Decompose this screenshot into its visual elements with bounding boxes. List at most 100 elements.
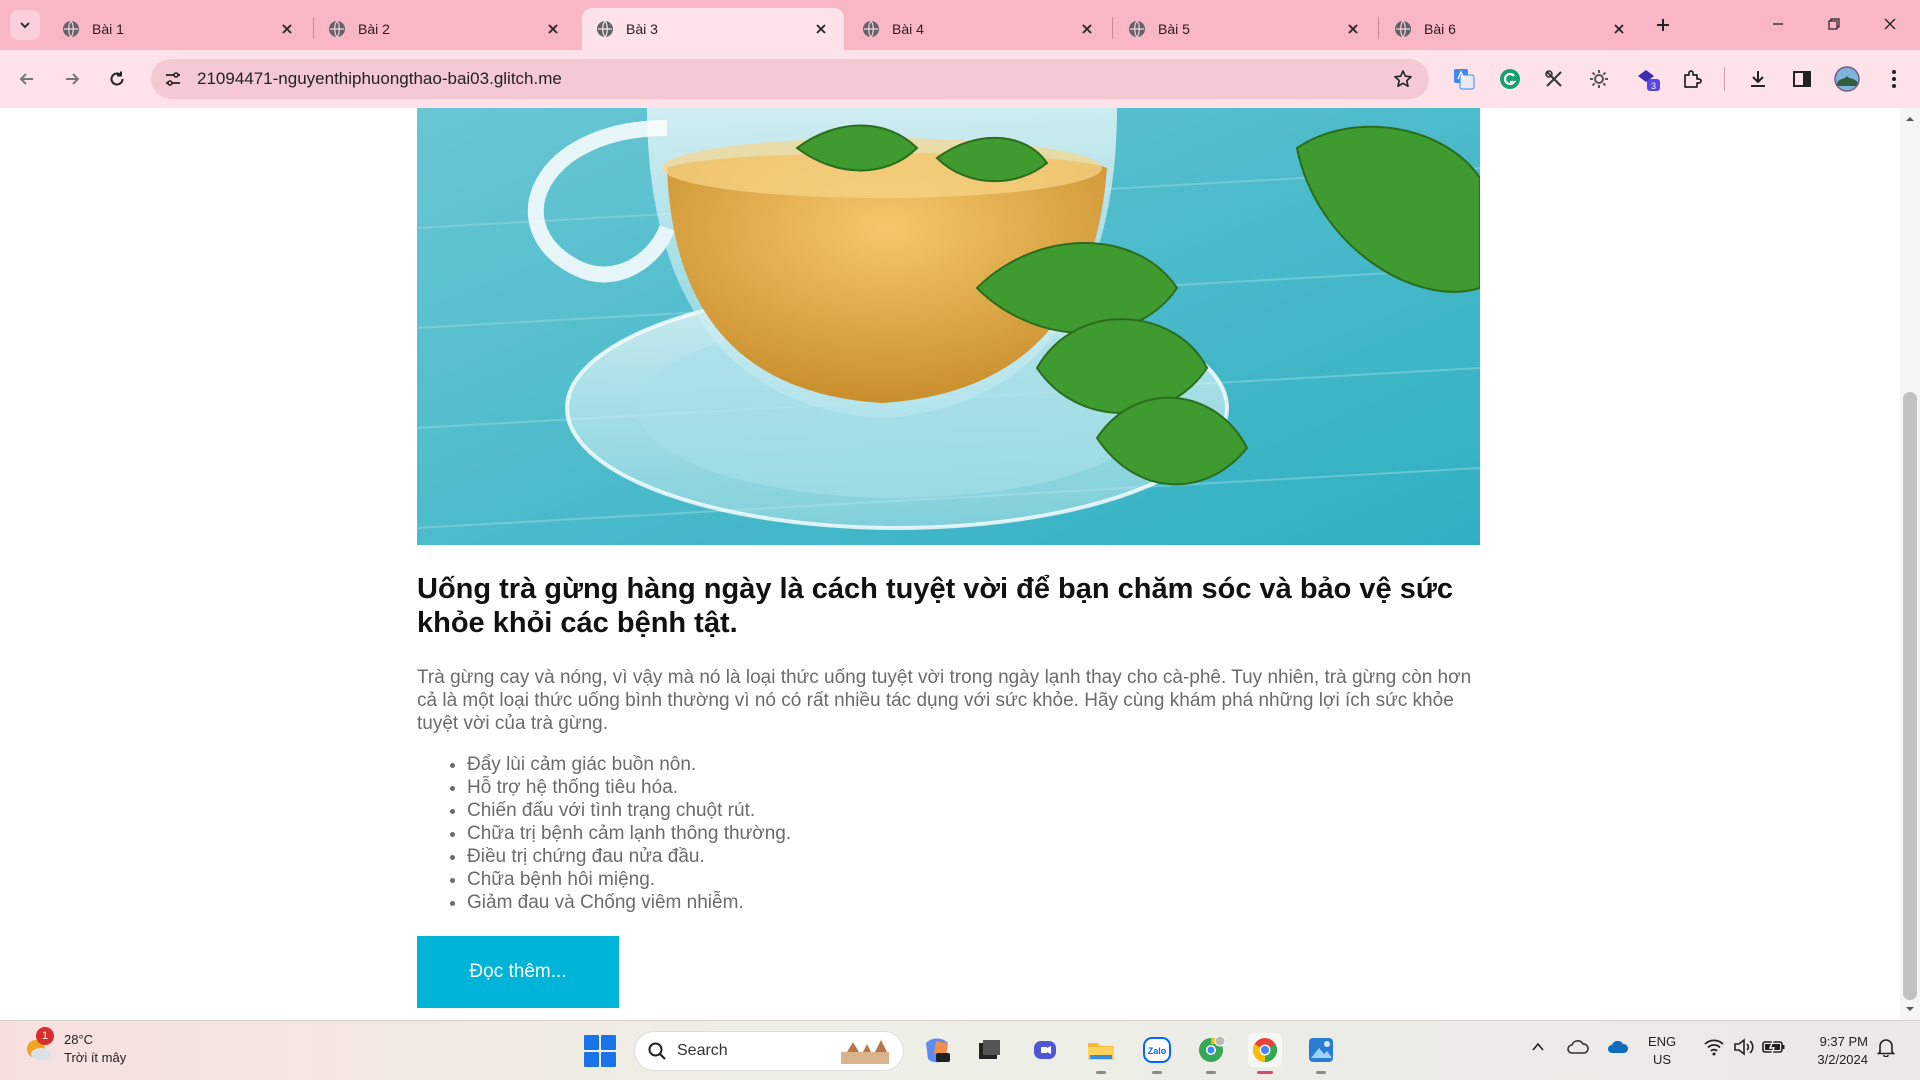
- close-tab-icon[interactable]: [544, 20, 562, 38]
- close-tab-icon[interactable]: [812, 20, 830, 38]
- language-code: ENG: [1648, 1034, 1677, 1049]
- close-tab-icon[interactable]: [1078, 20, 1096, 38]
- wifi-icon: [1704, 1039, 1724, 1056]
- windows-logo-tile: [584, 1052, 599, 1067]
- notifications-button[interactable]: [1874, 1035, 1898, 1059]
- tea-cup-illustration: [417, 108, 1480, 545]
- google-translate-extension[interactable]: [1450, 65, 1478, 93]
- downloads-button[interactable]: [1744, 65, 1772, 93]
- close-tab-icon[interactable]: [1344, 20, 1362, 38]
- tab-bai-4[interactable]: Bài 4: [848, 8, 1110, 50]
- region-code: US: [1653, 1052, 1672, 1067]
- running-indicator: [1096, 1071, 1106, 1074]
- close-window-button[interactable]: [1870, 8, 1910, 40]
- site-info-button[interactable]: [153, 59, 193, 99]
- copilot-icon: [926, 1038, 950, 1063]
- active-indicator: [1257, 1071, 1273, 1074]
- list-item: Giảm đau và Chống viêm nhiễm.: [467, 891, 1480, 914]
- close-tab-icon[interactable]: [278, 20, 296, 38]
- weather-description: Trời ít mây: [64, 1050, 127, 1065]
- minimize-button[interactable]: [1758, 8, 1798, 40]
- tab-bai-6[interactable]: Bài 6: [1380, 8, 1642, 50]
- read-more-button[interactable]: Đọc thêm...: [417, 936, 619, 1008]
- chevron-up-icon: [1532, 1042, 1544, 1051]
- shapes-icon: 3: [1638, 70, 1660, 91]
- copilot-app[interactable]: [920, 1033, 954, 1067]
- globe-icon: [1129, 20, 1145, 38]
- list-item: Chữa trị bệnh cảm lạnh thông thường.: [467, 822, 1480, 845]
- list-item: Chiến đấu với tình trạng chuột rút.: [467, 799, 1480, 822]
- side-panel-icon: [1793, 71, 1811, 87]
- chrome-app[interactable]: [1248, 1033, 1282, 1074]
- battery-tray[interactable]: [1762, 1035, 1786, 1059]
- article-content: Uống trà gừng hàng ngày là cách tuyệt vờ…: [417, 572, 1480, 1008]
- reload-icon: [110, 71, 124, 86]
- list-item: Chữa bệnh hôi miệng.: [467, 868, 1480, 891]
- toolbar-separator: [1724, 67, 1725, 91]
- tab-title: Bài 2: [358, 21, 390, 37]
- windows-logo-tile: [584, 1035, 599, 1050]
- clock-date: 3/2/2024: [1817, 1052, 1868, 1067]
- back-button[interactable]: [12, 64, 42, 94]
- task-view-icon: [979, 1040, 1000, 1059]
- scroll-up-icon[interactable]: [1905, 114, 1915, 124]
- tools-extension[interactable]: [1540, 65, 1568, 93]
- close-tab-icon[interactable]: [1610, 20, 1628, 38]
- shapes-extension[interactable]: 3: [1634, 65, 1662, 93]
- weather-icon: 1: [22, 1027, 54, 1065]
- bookmark-button[interactable]: [1383, 59, 1423, 99]
- running-indicator: [1316, 1071, 1326, 1074]
- tab-bai-3[interactable]: Bài 3: [582, 8, 844, 50]
- tab-bai-1[interactable]: Bài 1: [48, 8, 310, 50]
- weather-widget[interactable]: 1 28°C Trời ít mây: [22, 1027, 127, 1067]
- forward-button[interactable]: [57, 64, 87, 94]
- wifi-tray[interactable]: [1702, 1035, 1726, 1059]
- chrome-icon: [1252, 1038, 1278, 1062]
- start-button[interactable]: [584, 1035, 616, 1067]
- reload-button[interactable]: [102, 64, 132, 94]
- tab-title: Bài 6: [1424, 21, 1456, 37]
- profile-avatar[interactable]: [1833, 65, 1861, 93]
- file-explorer-app[interactable]: [1084, 1033, 1118, 1074]
- taskbar-search[interactable]: Search: [634, 1031, 904, 1071]
- zalo-app[interactable]: Zalo: [1140, 1033, 1174, 1074]
- side-panel-button[interactable]: [1788, 65, 1816, 93]
- new-tab-button[interactable]: [1650, 12, 1676, 38]
- onedrive-personal-tray[interactable]: [1566, 1035, 1590, 1059]
- scroll-down-icon[interactable]: [1905, 1004, 1915, 1014]
- search-label: Search: [677, 1042, 728, 1059]
- address-bar[interactable]: 21094471-nguyenthiphuongthao-bai03.glitc…: [151, 59, 1429, 99]
- settings-extension[interactable]: [1585, 65, 1613, 93]
- star-icon: [1394, 70, 1412, 87]
- system-clock[interactable]: 9:37 PM 3/2/2024: [1800, 1033, 1868, 1069]
- chrome-profile-app[interactable]: [1194, 1033, 1228, 1074]
- tab-bai-2[interactable]: Bài 2: [314, 8, 576, 50]
- globe-icon: [1395, 20, 1411, 38]
- grammarly-extension[interactable]: [1496, 65, 1524, 93]
- extensions-button[interactable]: [1678, 65, 1706, 93]
- onedrive-tray[interactable]: [1606, 1035, 1630, 1059]
- tab-title: Bài 1: [92, 21, 124, 37]
- tab-search-button[interactable]: [10, 10, 40, 40]
- scrollbar-thumb[interactable]: [1903, 392, 1917, 1000]
- article-intro: Trà gừng cay và nóng, vì vậy mà nó là lo…: [417, 667, 1472, 734]
- tab-bai-5[interactable]: Bài 5: [1114, 8, 1376, 50]
- close-icon: [1884, 18, 1896, 30]
- gear-icon: [1590, 70, 1608, 88]
- battery-charging-icon: [1762, 1040, 1785, 1054]
- teams-app[interactable]: [1028, 1033, 1062, 1067]
- task-view-app[interactable]: [972, 1033, 1006, 1067]
- show-hidden-icons-button[interactable]: [1526, 1035, 1550, 1059]
- bell-icon: [1877, 1039, 1895, 1057]
- volume-tray[interactable]: [1732, 1035, 1756, 1059]
- page-viewport: Uống trà gừng hàng ngày là cách tuyệt vờ…: [0, 108, 1900, 1020]
- url-text[interactable]: 21094471-nguyenthiphuongthao-bai03.glitc…: [197, 69, 1383, 89]
- arrow-left-icon: [19, 73, 33, 85]
- weather-temperature: 28°C: [64, 1032, 94, 1047]
- language-indicator[interactable]: ENG US: [1648, 1033, 1676, 1069]
- photos-app[interactable]: [1304, 1033, 1338, 1074]
- restore-icon: [1828, 18, 1840, 30]
- menu-button[interactable]: [1880, 65, 1908, 93]
- zalo-icon: Zalo: [1143, 1037, 1171, 1063]
- restore-button[interactable]: [1814, 8, 1854, 40]
